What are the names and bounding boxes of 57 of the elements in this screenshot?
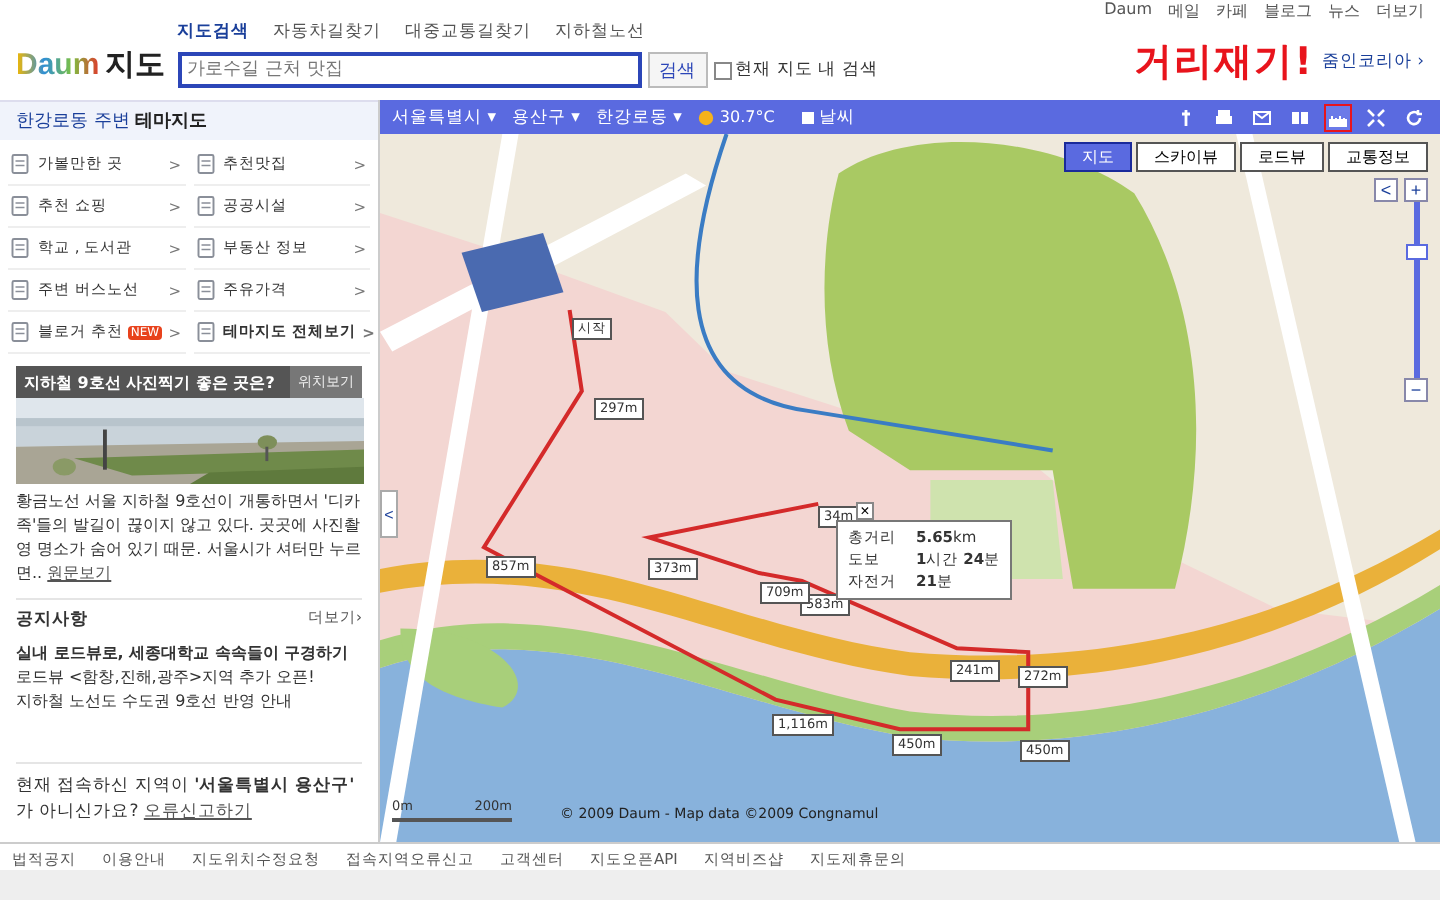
notice-link[interactable]: 로드뷰 <함창,진해,광주>지역 추가 오픈! [16,666,362,688]
map-view-tab[interactable]: 지도 [1064,142,1132,172]
top-link[interactable]: 블로그 [1264,0,1312,22]
category-icon [193,278,217,302]
zoomin-korea-link[interactable]: 줌인코리아 › [1321,50,1424,74]
printer-icon [1214,107,1234,127]
top-link[interactable]: 카페 [1216,0,1248,22]
search-field[interactable]: 가로수길 근처 맛집 [177,52,642,88]
map-title: 지도 [105,46,166,84]
region-notice: 현재 접속하신 지역이 '서울특별시 용산구' 가 아니신가요? 오류신고하기 [16,762,362,826]
measure-distance-button[interactable] [1324,103,1352,131]
zoom-out-button[interactable]: − [1404,378,1428,402]
top-link[interactable]: 더보기 [1376,0,1424,22]
category-icon [193,320,217,344]
category-icon [193,194,217,218]
report-error-link[interactable]: 오류신고하기 [143,802,252,822]
nav-tab[interactable]: 지하철노선 [555,20,646,44]
region-dropdown[interactable]: 서울특별시 ▾ [392,105,496,129]
category-icon [193,152,217,176]
category-icon [8,320,32,344]
category-icon [8,236,32,260]
category-icon [8,152,32,176]
weather-checkbox[interactable]: 날씨 [802,105,855,129]
category-icon [193,236,217,260]
fullscreen-icon [1366,107,1386,127]
category-icon [8,194,32,218]
map-view-tab[interactable]: 로드뷰 [1240,142,1324,172]
pan-left-button[interactable]: < [1374,178,1398,202]
sun-icon [697,109,714,125]
notice-heading: 공지사항 [16,608,88,632]
top-link[interactable]: 뉴스 [1328,0,1360,22]
search-within-map-checkbox[interactable]: 현재 지도 내 검색 [713,58,878,82]
nav-tab[interactable]: 대중교통길찾기 [405,20,532,44]
annotation-text: 거리재기! [1134,38,1314,88]
map-view-tab[interactable]: 스카이뷰 [1136,142,1236,172]
zoom-in-button[interactable]: + [1404,178,1428,202]
collapse-sidebar-button[interactable]: < [380,490,398,538]
envelope-icon [1252,107,1272,127]
top-link[interactable]: 메일 [1168,0,1200,22]
top-link[interactable]: Daum [1104,0,1152,22]
refresh-icon [1404,107,1424,127]
temperature-text: 30.7°C [719,108,775,126]
read-original-link[interactable]: 원문보기 [47,564,112,582]
map-view-tab[interactable]: 교통정보 [1328,142,1428,172]
notice-link[interactable]: 실내 로드뷰로, 세종대학교 속속들이 구경하기 [16,642,362,664]
search-button[interactable]: 검색 [647,52,708,88]
region-dropdown[interactable]: 용산구 ▾ [511,105,580,129]
category-icon [8,278,32,302]
theme-map-heading: 한강로동 주변 테마지도 [16,112,208,132]
notice-link[interactable]: 지하철 노선도 수도권 9호선 반영 안내 [16,690,362,712]
feature-title: 지하철 9호선 사진찍기 좋은 곳은? [22,371,277,393]
nav-tab[interactable]: 자동차길찾기 [273,20,382,44]
feature-description: 황금노선 서울 지하철 9호선이 개통하면서 '디카족'들의 발길이 끊이지 않고 있다. 곳곳에 사진촬영 명소가 숨어 있기 때문. 서울시가 셔터만 누르면.. 원문보기 [16,490,362,586]
region-dropdown[interactable]: 한강로동 ▾ [595,105,682,129]
nav-tab[interactable]: 지도검색 [177,20,250,44]
fullscreen-button[interactable] [1362,103,1390,131]
close-button[interactable]: × [856,502,874,520]
